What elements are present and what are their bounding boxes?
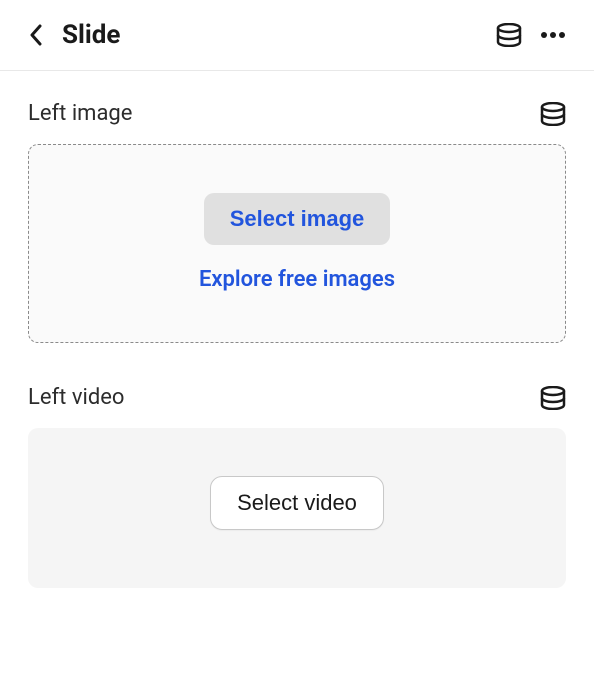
section-database-button[interactable] [540, 102, 566, 126]
image-dropzone[interactable]: Select image Explore free images [28, 144, 566, 343]
header-left: Slide [24, 20, 120, 50]
back-button[interactable] [24, 23, 48, 47]
section-label: Left image [28, 101, 132, 126]
select-video-button[interactable]: Select video [210, 476, 384, 530]
left-video-section: Left video Select video [28, 385, 566, 588]
section-header: Left image [28, 101, 566, 126]
section-label: Left video [28, 385, 124, 410]
database-button[interactable] [496, 23, 522, 47]
header-bar: Slide [0, 0, 594, 71]
header-right [496, 23, 566, 47]
database-icon [540, 386, 566, 410]
page-title: Slide [62, 20, 120, 50]
database-icon [496, 23, 522, 47]
video-box: Select video [28, 428, 566, 588]
section-header: Left video [28, 385, 566, 410]
select-image-button[interactable]: Select image [204, 193, 391, 245]
content-area: Left image Select image Explore free ima… [0, 71, 594, 660]
chevron-left-icon [29, 24, 43, 46]
section-database-button[interactable] [540, 386, 566, 410]
more-button[interactable] [540, 31, 566, 39]
database-icon [540, 102, 566, 126]
explore-free-images-link[interactable]: Explore free images [199, 267, 395, 292]
more-horizontal-icon [540, 31, 566, 39]
left-image-section: Left image Select image Explore free ima… [28, 101, 566, 343]
